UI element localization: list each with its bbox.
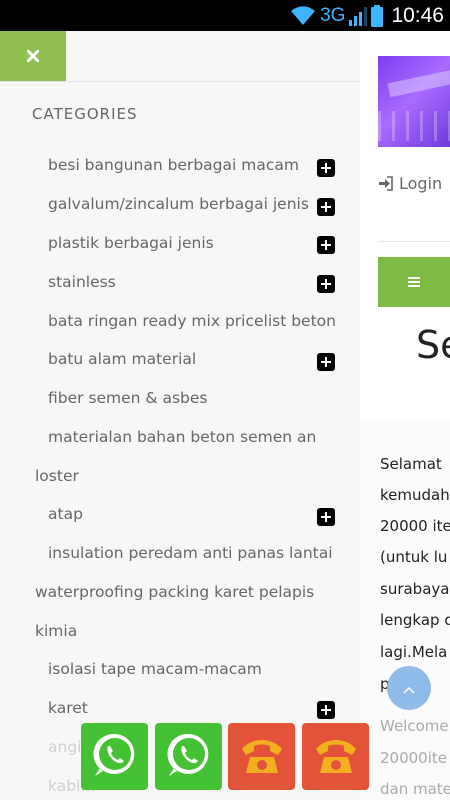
expand-plus-icon[interactable] <box>317 508 335 526</box>
paragraph-line: kemudah <box>380 486 450 504</box>
whatsapp-icon <box>90 730 140 784</box>
category-link[interactable]: fiber semen & asbes <box>48 389 207 407</box>
close-drawer-button[interactable] <box>0 31 66 81</box>
login-label: Login <box>399 174 443 193</box>
whatsapp-button[interactable] <box>155 723 222 790</box>
phone-icon <box>238 735 286 779</box>
category-link[interactable]: bata ringan ready mix pricelist beton <box>48 312 336 330</box>
sign-in-icon <box>378 176 393 191</box>
divider <box>378 241 450 242</box>
category-link[interactable]: galvalum/zincalum berbagai jenis <box>48 195 309 213</box>
paragraph-line: lengkap d <box>380 611 450 629</box>
category-link-continuation[interactable]: kimia <box>35 622 77 640</box>
category-link[interactable]: batu alam material <box>48 350 196 368</box>
scroll-to-top-button[interactable] <box>387 666 431 710</box>
close-icon <box>26 47 40 66</box>
expand-plus-icon[interactable] <box>317 198 335 216</box>
paragraph-line: surabaya <box>380 580 450 598</box>
category-link[interactable]: besi bangunan berbagai macam <box>48 156 299 174</box>
call-button[interactable] <box>302 723 369 790</box>
divider <box>0 81 360 82</box>
paragraph-line: (untuk lu <box>380 548 448 566</box>
clock: 10:46 <box>391 3 444 27</box>
paragraph-line: Selamat <box>380 455 442 473</box>
expand-plus-icon[interactable] <box>317 275 335 293</box>
paragraph-line: 20000 ite <box>380 517 450 535</box>
category-link[interactable]: plastik berbagai jenis <box>48 234 214 252</box>
paragraph-line: lagi.Mela <box>380 643 448 661</box>
category-link[interactable]: atap <box>48 505 83 523</box>
whatsapp-icon <box>164 730 214 784</box>
menu-toggle-button[interactable] <box>378 257 450 307</box>
expand-plus-icon[interactable] <box>317 159 335 177</box>
login-link[interactable]: Login <box>378 174 442 193</box>
page-heading: Se <box>416 323 450 367</box>
category-link[interactable]: materialan bahan beton semen an <box>48 428 316 446</box>
chevron-up-icon <box>403 679 415 698</box>
floating-contact-bar <box>0 715 450 800</box>
network-type: 3G <box>320 4 346 26</box>
wifi-icon <box>290 5 316 26</box>
signal-icon <box>349 6 368 26</box>
phone-icon <box>312 735 360 779</box>
whatsapp-button[interactable] <box>81 723 148 790</box>
category-link[interactable]: insulation peredam anti panas lantai <box>48 544 333 562</box>
hero-banner-image[interactable] <box>378 56 450 147</box>
category-link[interactable]: isolasi tape macam-macam <box>48 660 262 678</box>
category-link-continuation[interactable]: loster <box>35 467 79 485</box>
expand-plus-icon[interactable] <box>317 236 335 254</box>
category-link[interactable]: stainless <box>48 273 116 291</box>
expand-plus-icon[interactable] <box>317 353 335 371</box>
hamburger-icon <box>408 277 420 287</box>
status-bar: 3G 10:46 <box>0 0 450 31</box>
battery-icon <box>371 4 384 27</box>
categories-heading: CATEGORIES <box>32 105 138 123</box>
call-button[interactable] <box>228 723 295 790</box>
category-link-continuation[interactable]: waterproofing packing karet pelapis <box>35 583 314 601</box>
category-drawer: CATEGORIES besi bangunan berbagai macam … <box>0 31 360 800</box>
